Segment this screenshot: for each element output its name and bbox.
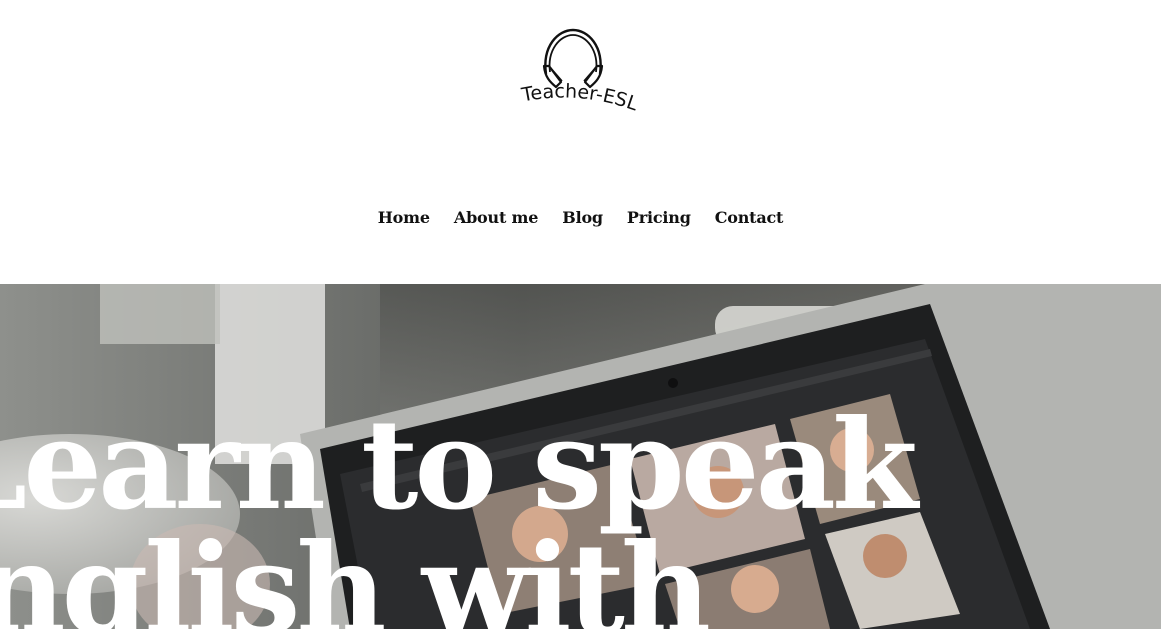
brand-name: Teacher-ESL [519, 80, 639, 115]
nav-contact[interactable]: Contact [715, 208, 784, 227]
hero-section: Learn to speak English with [0, 284, 1161, 629]
nav-home[interactable]: Home [378, 208, 430, 227]
headphones-icon: Teacher-ESL [519, 28, 639, 116]
nav-pricing[interactable]: Pricing [627, 208, 691, 227]
nav-about-me[interactable]: About me [454, 208, 539, 227]
site-header: Teacher-ESL Home About me Blog Pricing C… [0, 0, 1161, 284]
hero-headline-line1: Learn to speak [0, 393, 918, 538]
hero-headline-line2: English with [0, 517, 711, 629]
page: Teacher-ESL Home About me Blog Pricing C… [0, 0, 1161, 629]
nav-blog[interactable]: Blog [562, 208, 603, 227]
hero-headline: Learn to speak English with [0, 393, 918, 629]
site-logo[interactable]: Teacher-ESL [515, 22, 639, 122]
main-nav: Home About me Blog Pricing Contact [0, 208, 1161, 227]
